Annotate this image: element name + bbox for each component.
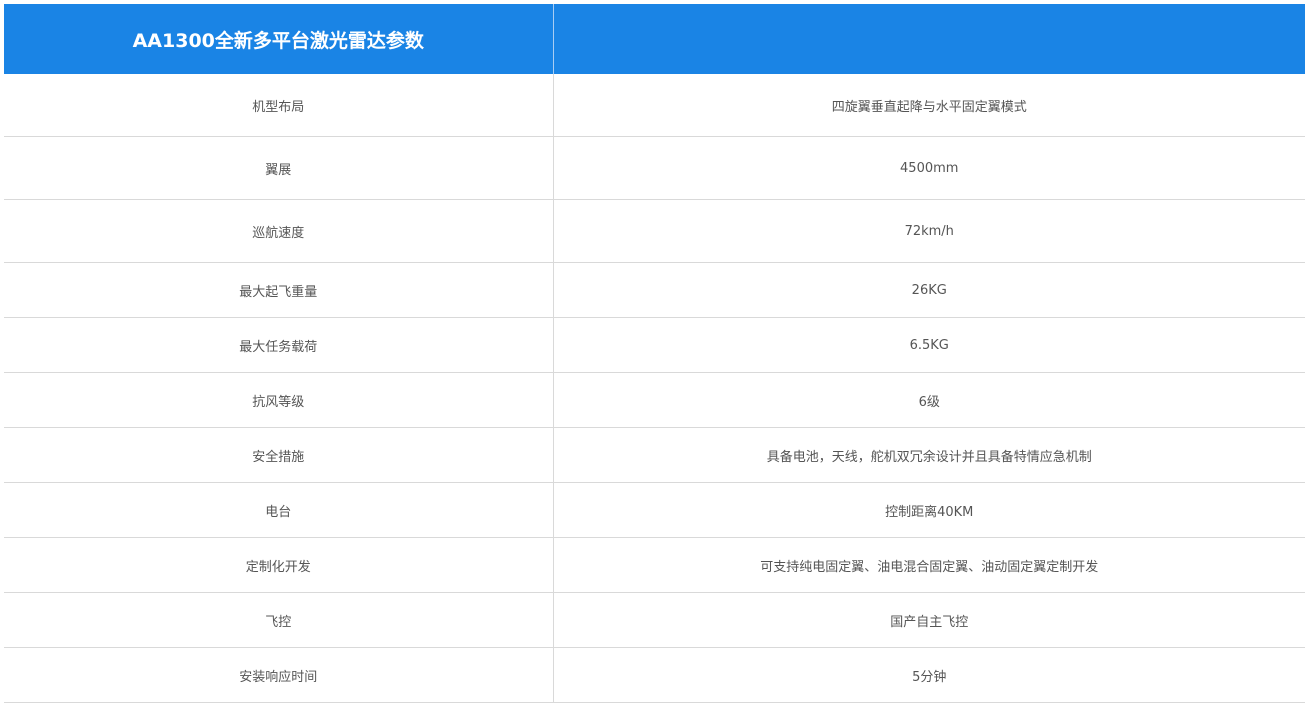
param-value: 国产自主飞控	[553, 592, 1305, 648]
param-label: 电台	[4, 482, 554, 538]
spec-table: AA1300全新多平台激光雷达参数 机型布局 四旋翼垂直起降与水平固定翼模式 翼…	[4, 4, 1305, 703]
param-value: 4500mm	[553, 136, 1305, 200]
param-label: 安装响应时间	[4, 647, 554, 703]
param-label: 最大起飞重量	[4, 262, 554, 318]
table-row: 飞控 国产自主飞控	[4, 592, 1305, 648]
table-row: 电台 控制距离40KM	[4, 482, 1305, 538]
param-value: 6.5KG	[553, 317, 1305, 373]
table-row: 抗风等级 6级	[4, 372, 1305, 428]
param-value: 四旋翼垂直起降与水平固定翼模式	[553, 74, 1305, 137]
param-label: 安全措施	[4, 427, 554, 483]
table-row: 安全措施 具备电池，天线，舵机双冗余设计并且具备特情应急机制	[4, 427, 1305, 483]
table-row: 安装响应时间 5分钟	[4, 647, 1305, 703]
table-row: 巡航速度 72km/h	[4, 199, 1305, 263]
table-row: 翼展 4500mm	[4, 136, 1305, 200]
param-label: 机型布局	[4, 74, 554, 137]
table-row: 机型布局 四旋翼垂直起降与水平固定翼模式	[4, 74, 1305, 137]
param-value: 可支持纯电固定翼、油电混合固定翼、油动固定翼定制开发	[553, 537, 1305, 593]
table-header-row: AA1300全新多平台激光雷达参数	[4, 4, 1305, 74]
param-value: 具备电池，天线，舵机双冗余设计并且具备特情应急机制	[553, 427, 1305, 483]
table-row: 最大任务载荷 6.5KG	[4, 317, 1305, 373]
param-label: 定制化开发	[4, 537, 554, 593]
param-value: 控制距离40KM	[553, 482, 1305, 538]
param-label: 巡航速度	[4, 199, 554, 263]
param-value: 26KG	[553, 262, 1305, 318]
table-row: 定制化开发 可支持纯电固定翼、油电混合固定翼、油动固定翼定制开发	[4, 537, 1305, 593]
param-value: 5分钟	[553, 647, 1305, 703]
table-title: AA1300全新多平台激光雷达参数	[4, 4, 554, 74]
table-header-right	[553, 4, 1305, 74]
param-label: 翼展	[4, 136, 554, 200]
param-value: 6级	[553, 372, 1305, 428]
param-label: 抗风等级	[4, 372, 554, 428]
param-value: 72km/h	[553, 199, 1305, 263]
table-row: 最大起飞重量 26KG	[4, 262, 1305, 318]
param-label: 飞控	[4, 592, 554, 648]
param-label: 最大任务载荷	[4, 317, 554, 373]
